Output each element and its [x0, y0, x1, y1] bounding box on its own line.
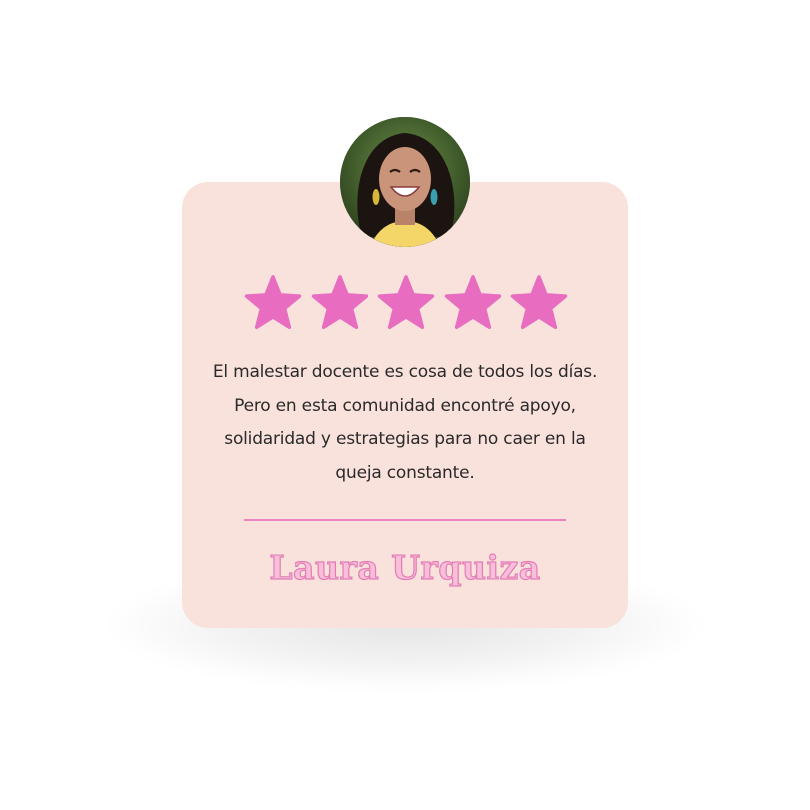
star-icon	[444, 275, 501, 330]
avatar-photo	[340, 117, 470, 247]
star-icon	[244, 275, 302, 330]
rating-stars	[244, 274, 568, 332]
avatar	[340, 117, 470, 247]
star-icon	[311, 275, 368, 330]
star-icon	[510, 275, 568, 330]
divider	[244, 519, 566, 521]
author-name: Laura Urquiza	[269, 547, 541, 587]
testimonial-quote: El malestar docente es cosa de todos los…	[212, 362, 598, 483]
star-icon	[377, 275, 435, 330]
